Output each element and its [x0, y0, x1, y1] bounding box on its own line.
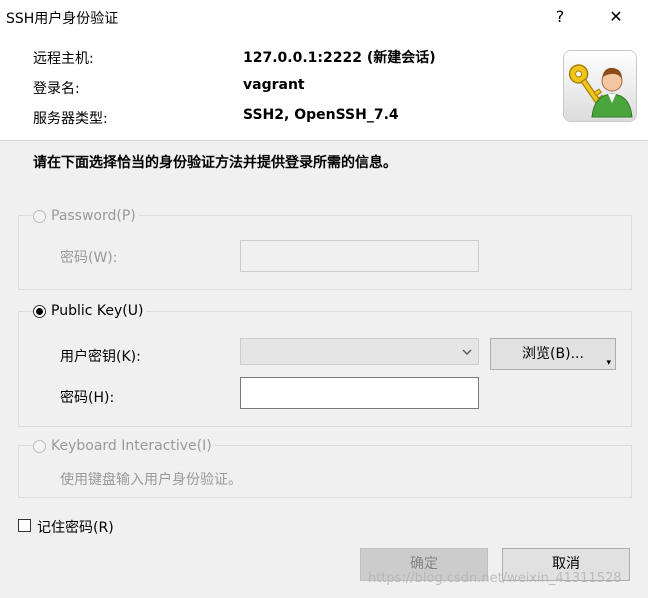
passphrase-input[interactable]	[240, 377, 479, 409]
keyboard-interactive-option[interactable]: Keyboard Interactive(I)	[33, 438, 215, 454]
close-button[interactable]: ✕	[604, 6, 628, 28]
remote-host-label: 远程主机:	[33, 51, 94, 67]
login-name-value: vagrant	[243, 77, 305, 93]
title-bar: SSH用户身份验证 ? ✕	[0, 0, 648, 34]
chevron-down-icon	[462, 345, 472, 359]
user-key-label: 用户密钥(K):	[60, 349, 141, 365]
help-button[interactable]: ?	[548, 6, 572, 28]
login-name-label: 登录名:	[33, 81, 80, 97]
session-info-panel: 远程主机: 127.0.0.1:2222 (新建会话) 登录名: vagrant…	[0, 34, 648, 141]
public-key-option-label: Public Key(U)	[51, 303, 144, 319]
browse-button-label: 浏览(B)...	[522, 346, 584, 362]
password-field-label: 密码(W):	[60, 250, 118, 266]
keyboard-interactive-description: 使用键盘输入用户身份验证。	[60, 472, 242, 488]
server-type-label: 服务器类型:	[33, 111, 108, 127]
keyboard-interactive-radio[interactable]	[33, 439, 46, 453]
password-input[interactable]	[240, 240, 479, 272]
passphrase-label: 密码(H):	[60, 390, 115, 406]
remote-host-value: 127.0.0.1:2222 (新建会话)	[243, 50, 436, 66]
password-option-label: Password(P)	[51, 208, 136, 224]
remember-password-label[interactable]: 记住密码(R)	[37, 517, 114, 537]
remember-password-checkbox[interactable]	[18, 519, 31, 532]
dropdown-arrow-icon: ▾	[606, 358, 611, 368]
user-key-select[interactable]	[240, 338, 479, 365]
password-option[interactable]: Password(P)	[33, 208, 139, 224]
user-key-icon	[563, 50, 637, 122]
public-key-radio[interactable]	[33, 304, 46, 318]
server-type-value: SSH2, OpenSSH_7.4	[243, 107, 399, 123]
window-title: SSH用户身份验证	[6, 11, 119, 27]
watermark-text: https://blog.csdn.net/weixin_41311528	[368, 571, 622, 586]
password-radio[interactable]	[33, 209, 46, 223]
browse-button[interactable]: 浏览(B)... ▾	[490, 338, 616, 370]
public-key-option[interactable]: Public Key(U)	[33, 303, 147, 319]
keyboard-interactive-option-label: Keyboard Interactive(I)	[51, 438, 212, 454]
instruction-text: 请在下面选择恰当的身份验证方法并提供登录所需的信息。	[33, 155, 397, 171]
